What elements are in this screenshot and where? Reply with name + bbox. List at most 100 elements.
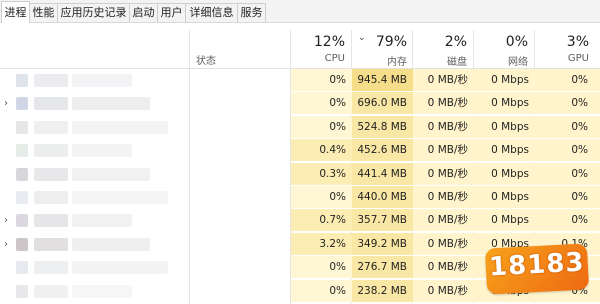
network-value: 0 Mbps — [474, 139, 535, 163]
process-name-redacted — [34, 144, 68, 158]
cpu-value: 0.4% — [291, 139, 352, 163]
process-name-redacted — [72, 237, 150, 251]
process-icon — [16, 167, 28, 181]
process-row[interactable]: 0% 440.0 MB 0 MB/秒 0 Mbps 0% — [0, 186, 600, 209]
disk-value: 0 MB/秒 — [413, 232, 474, 256]
process-name-redacted — [34, 214, 68, 228]
process-name-redacted — [34, 284, 68, 298]
disk-value: 0 MB/秒 — [413, 69, 474, 92]
disk-header-label[interactable]: 磁盘 — [413, 53, 467, 68]
tab-performance[interactable]: 性能 — [29, 3, 58, 22]
process-name-redacted — [72, 261, 168, 275]
disk-value: 0 MB/秒 — [413, 162, 474, 186]
watermark-text: 18183 — [488, 247, 586, 283]
gpu-value: 0% — [535, 92, 600, 116]
memory-value: 452.6 MB — [352, 139, 413, 163]
cpu-value: 0% — [291, 115, 352, 139]
process-icon — [16, 120, 28, 134]
tab-startup[interactable]: 启动 — [129, 3, 158, 22]
tab-bar: 进程 性能 应用历史记录 启动 用户 详细信息 服务 — [0, 0, 600, 23]
gpu-value: 0% — [535, 162, 600, 186]
memory-value: 524.8 MB — [352, 115, 413, 139]
process-icon — [16, 284, 28, 298]
memory-header-percent[interactable]: 79% — [352, 34, 407, 50]
cpu-value: 0% — [291, 92, 352, 116]
process-row[interactable]: 0% 945.4 MB 0 MB/秒 0 Mbps 0% — [0, 69, 600, 92]
cpu-value: 0% — [291, 256, 352, 280]
process-name-redacted — [34, 167, 68, 181]
disk-header-percent[interactable]: 2% — [413, 34, 467, 50]
cpu-value: 0% — [291, 69, 352, 92]
process-icon — [16, 237, 28, 251]
tab-processes[interactable]: 进程 — [1, 1, 30, 23]
expand-chevron-icon[interactable]: › — [4, 209, 8, 232]
cpu-value: 0% — [291, 279, 352, 303]
process-row[interactable]: 0.3% 441.4 MB 0 MB/秒 0 Mbps 0% — [0, 162, 600, 186]
process-icon — [16, 74, 28, 87]
disk-value: 0 MB/秒 — [413, 115, 474, 139]
network-value: 0 Mbps — [474, 162, 535, 186]
process-row[interactable]: 0% 524.8 MB 0 MB/秒 0 Mbps 0% — [0, 115, 600, 139]
process-name-redacted — [72, 74, 132, 87]
process-row[interactable]: 0.4% 452.6 MB 0 MB/秒 0 Mbps 0% — [0, 139, 600, 163]
process-icon — [16, 261, 28, 275]
process-icon — [16, 191, 28, 204]
network-value: 0 Mbps — [474, 92, 535, 116]
memory-value: 238.2 MB — [352, 279, 413, 303]
tab-users[interactable]: 用户 — [157, 3, 186, 22]
memory-value: 441.4 MB — [352, 162, 413, 186]
network-value: 0 Mbps — [474, 69, 535, 92]
disk-value: 0 MB/秒 — [413, 92, 474, 116]
cpu-header-percent[interactable]: 12% — [291, 34, 345, 50]
process-name-redacted — [34, 97, 68, 111]
process-name-redacted — [72, 284, 132, 298]
memory-value: 349.2 MB — [352, 232, 413, 256]
process-icon — [16, 97, 28, 111]
process-icon — [16, 214, 28, 228]
gpu-header-percent[interactable]: 3% — [535, 34, 589, 50]
process-row[interactable]: › 0% 696.0 MB 0 MB/秒 0 Mbps 0% — [0, 92, 600, 116]
memory-value: 945.4 MB — [352, 69, 413, 92]
cpu-header-label[interactable]: CPU — [291, 53, 345, 64]
process-name-redacted — [34, 237, 68, 251]
memory-header-label[interactable]: 内存 — [352, 53, 407, 68]
memory-value: 440.0 MB — [352, 186, 413, 209]
process-name-redacted — [72, 191, 168, 204]
cpu-value: 3.2% — [291, 232, 352, 256]
gpu-value: 0% — [535, 69, 600, 92]
network-value: 0 Mbps — [474, 186, 535, 209]
tab-app-history[interactable]: 应用历史记录 — [57, 3, 130, 22]
gpu-value: 0% — [535, 209, 600, 233]
gpu-header-label[interactable]: GPU — [535, 53, 589, 64]
network-value: 0 Mbps — [474, 209, 535, 233]
network-header-label[interactable]: 网络 — [474, 53, 528, 68]
process-name-redacted — [34, 120, 68, 134]
gpu-value: 0% — [535, 139, 600, 163]
process-name-redacted — [72, 97, 150, 111]
memory-value: 696.0 MB — [352, 92, 413, 116]
process-row[interactable]: › 0.7% 357.7 MB 0 MB/秒 0 Mbps 0% — [0, 209, 600, 233]
gpu-value: 0% — [535, 186, 600, 209]
expand-chevron-icon[interactable]: › — [4, 92, 8, 115]
process-icon — [16, 144, 28, 158]
network-header-percent[interactable]: 0% — [474, 34, 528, 50]
expand-chevron-icon[interactable]: › — [4, 233, 8, 256]
process-name-redacted — [72, 167, 150, 181]
status-column-header[interactable]: 状态 — [196, 52, 216, 67]
disk-value: 0 MB/秒 — [413, 279, 474, 303]
memory-value: 357.7 MB — [352, 209, 413, 233]
gpu-value: 0% — [535, 115, 600, 139]
memory-value: 276.7 MB — [352, 256, 413, 280]
network-value: 0 Mbps — [474, 115, 535, 139]
cpu-value: 0.3% — [291, 162, 352, 186]
disk-value: 0 MB/秒 — [413, 186, 474, 209]
process-name-redacted — [72, 120, 168, 134]
process-name-redacted — [34, 191, 68, 204]
cpu-value: 0% — [291, 186, 352, 209]
process-name-redacted — [34, 74, 68, 87]
tab-details[interactable]: 详细信息 — [185, 3, 238, 22]
disk-value: 0 MB/秒 — [413, 139, 474, 163]
disk-value: 0 MB/秒 — [413, 209, 474, 233]
disk-value: 0 MB/秒 — [413, 256, 474, 280]
tab-services[interactable]: 服务 — [237, 3, 266, 22]
